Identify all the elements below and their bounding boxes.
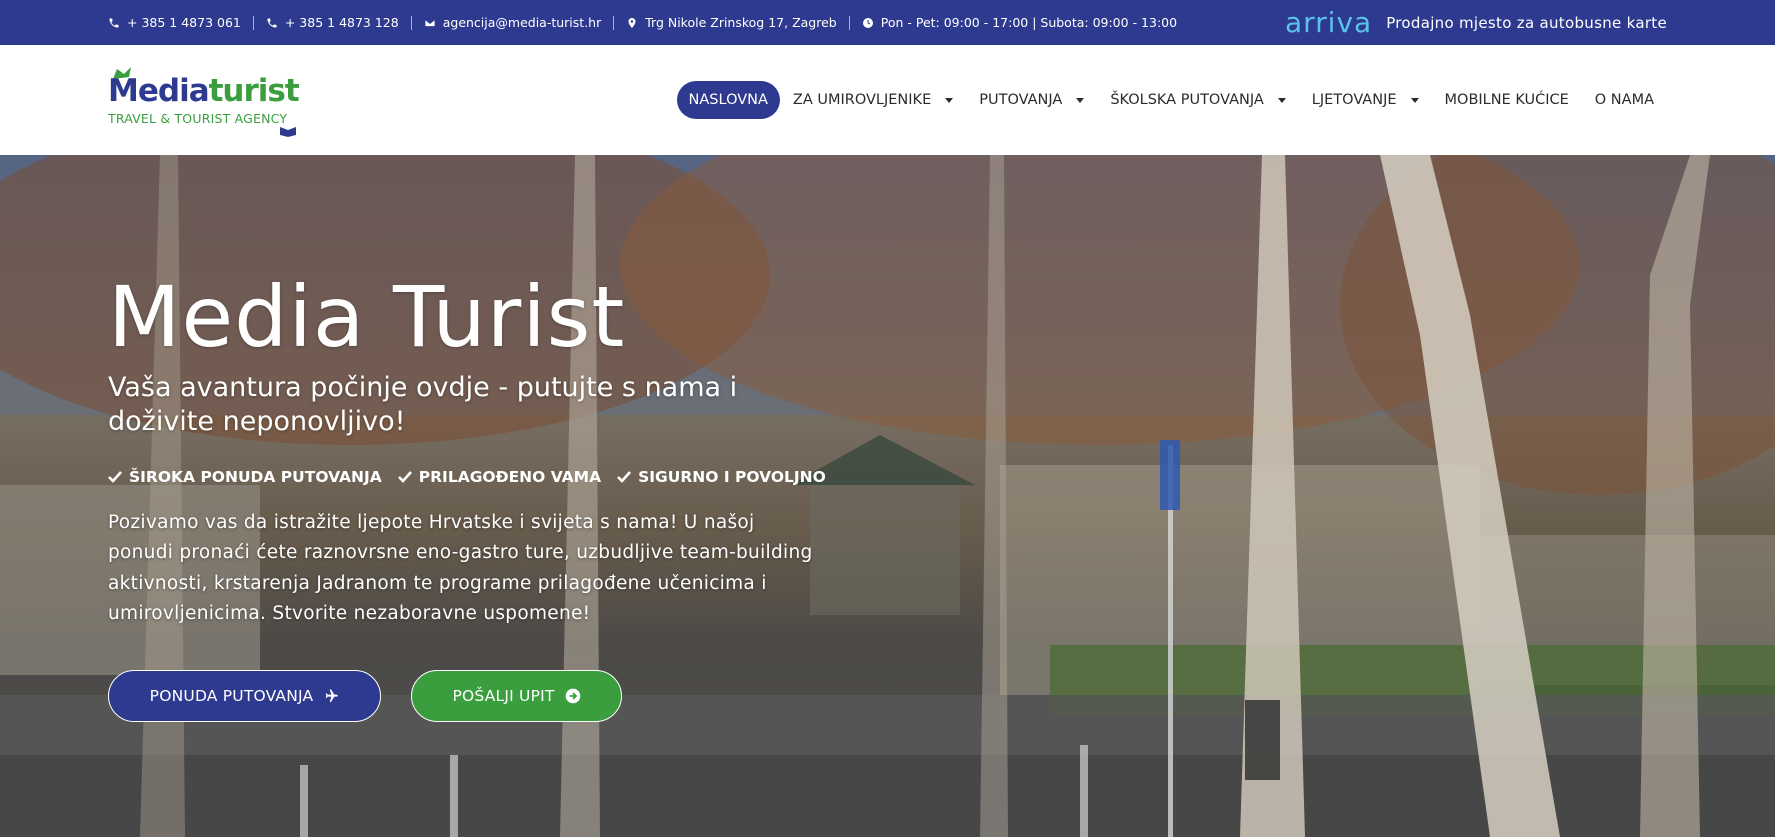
map-pin-icon [628,17,636,28]
book-icon [280,127,296,137]
posalji-upit-button[interactable]: POŠALJI UPIT [411,669,622,722]
caret-down-icon [1410,97,1419,103]
hero-section: Media Turist Vaša avantura počinje ovdje… [0,155,1775,837]
main-header: Mediaturist TRAVEL & TOURIST AGENCY NASL… [0,45,1775,155]
check-icon [397,470,412,483]
check-icon [617,470,632,483]
phone-icon [267,18,277,27]
top-bar: + 385 1 4873 061 + 385 1 4873 128 agenci… [0,0,1775,45]
email-text: agencija@media-turist.hr [442,15,602,30]
logo-part-turist: turist [208,73,300,109]
phone-link-2[interactable]: + 385 1 4873 128 [266,15,399,30]
check-icon [108,470,122,483]
nav-item-putovanja[interactable]: PUTOVANJA [966,81,1097,119]
hero-title: Media Turist [108,268,626,366]
nav-label: ŠKOLSKA PUTOVANJA [1110,92,1264,108]
envelope-icon [424,18,436,27]
feature-item: PRILAGOĐENO VAMA [397,467,602,486]
caret-down-icon [945,97,954,103]
divider [252,15,254,30]
cta-buttons: PONUDA PUTOVANJA POŠALJI UPIT [108,669,828,722]
arriva-logo: arriva [1284,6,1373,39]
nav-label: ZA UMIROVLJENIKE [792,92,932,108]
clock-icon [862,17,873,28]
hero-description: Pozivamo vas da istražite ljepote Hrvats… [108,511,813,625]
caret-down-icon [1076,97,1085,103]
nav-label: O NAMA [1594,92,1654,108]
address-text: Trg Nikole Zrinskog 17, Zagreb [645,15,837,30]
nav-label: MOBILNE KUĆICE [1444,92,1569,108]
phone-1-text: + 385 1 4873 061 [127,15,241,30]
nav-item-ljetovanje[interactable]: LJETOVANJE [1299,81,1432,119]
ponuda-putovanja-button[interactable]: PONUDA PUTOVANJA [108,669,381,722]
button-label: PONUDA PUTOVANJA [149,686,314,705]
email-link[interactable]: agencija@media-turist.hr [424,15,602,30]
divider [848,15,850,30]
nav-label: PUTOVANJA [979,92,1063,108]
nav-label: NASLOVNA [688,92,768,108]
hours-text: Pon - Pet: 09:00 - 17:00 | Subota: 09:00… [880,15,1178,30]
nav-item-naslovna[interactable]: NASLOVNA [676,81,780,119]
hero-content: Media Turist Vaša avantura počinje ovdje… [108,275,828,722]
nav-item-o-nama[interactable]: O NAMA [1582,81,1667,119]
address-link[interactable]: Trg Nikole Zrinskog 17, Zagreb [626,15,837,30]
hero-subtitle: Vaša avantura počinje ovdje - putujte s … [108,372,738,438]
main-nav: NASLOVNA ZA UMIROVLJENIKE PUTOVANJA ŠKOL… [676,81,1667,119]
divider [613,15,615,30]
caret-down-icon [1277,97,1286,103]
nav-item-skolska-putovanja[interactable]: ŠKOLSKA PUTOVANJA [1097,81,1298,119]
button-label: POŠALJI UPIT [452,686,555,705]
phone-2-text: + 385 1 4873 128 [284,15,399,30]
feature-label: ŠIROKA PONUDA PUTOVANJA [129,467,382,486]
phone-icon [109,18,119,27]
features-list: ŠIROKA PONUDA PUTOVANJA PRILAGOĐENO VAMA… [108,468,828,486]
feature-label: SIGURNO I POVOLJNO [638,467,826,486]
arriva-partner-link[interactable]: arriva Prodajno mjesto za autobusne kart… [1285,6,1667,39]
logo-tagline: TRAVEL & TOURIST AGENCY [108,111,288,126]
plane-icon [326,688,339,702]
phone-link-1[interactable]: + 385 1 4873 061 [108,15,241,30]
logo-part-media: Media [108,73,210,109]
arrow-circle-right-icon [565,688,580,703]
logo-wordmark: Mediaturist [108,73,300,109]
nav-item-mobilne-kucice[interactable]: MOBILNE KUĆICE [1432,81,1582,119]
nav-item-za-umirovljenike[interactable]: ZA UMIROVLJENIKE [780,81,966,119]
contact-info: + 385 1 4873 061 + 385 1 4873 128 agenci… [108,15,1177,30]
working-hours: Pon - Pet: 09:00 - 17:00 | Subota: 09:00… [862,15,1177,30]
feature-item: ŠIROKA PONUDA PUTOVANJA [108,468,382,486]
arriva-text: Prodajno mjesto za autobusne karte [1386,13,1667,32]
feature-item: SIGURNO I POVOLJNO [617,468,826,486]
feature-label: PRILAGOĐENO VAMA [418,467,602,486]
nav-label: LJETOVANJE [1311,92,1397,108]
site-logo[interactable]: Mediaturist TRAVEL & TOURIST AGENCY [108,61,300,139]
divider [410,15,412,30]
